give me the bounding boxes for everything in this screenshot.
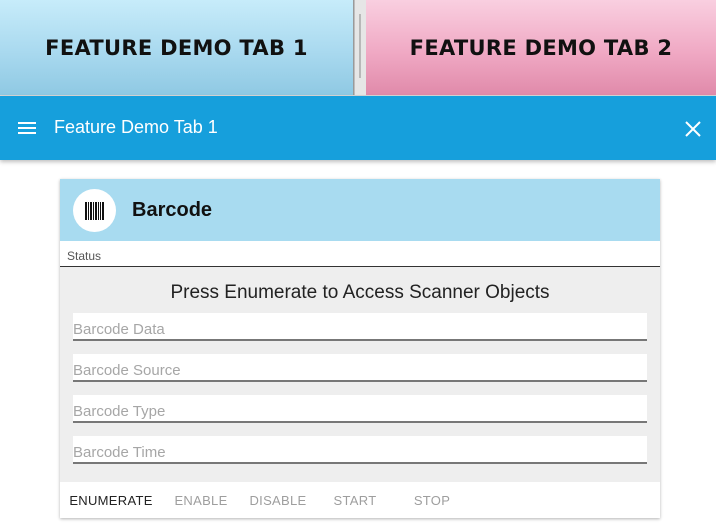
- page-title: Feature Demo Tab 1: [54, 117, 218, 137]
- tab-feature-demo-1[interactable]: FEATURE DEMO TAB 1: [0, 0, 354, 95]
- enumerate-button[interactable]: ENUMERATE: [68, 482, 154, 518]
- barcode-avatar: [73, 189, 116, 232]
- close-icon[interactable]: [682, 118, 704, 140]
- card-title: Barcode: [132, 199, 213, 221]
- disable-button[interactable]: DISABLE: [244, 482, 312, 518]
- start-button[interactable]: START: [322, 482, 388, 518]
- barcode-icon: [84, 201, 104, 220]
- barcode-time-field[interactable]: [73, 436, 647, 464]
- barcode-source-field[interactable]: [73, 354, 647, 382]
- tab-strip: FEATURE DEMO TAB 1 FEATURE DEMO TAB 2: [0, 0, 716, 96]
- barcode-type-field[interactable]: [73, 395, 647, 423]
- hamburger-menu-icon[interactable]: [14, 116, 40, 140]
- status-message: Press Enumerate to Access Scanner Object…: [170, 282, 550, 303]
- enable-button[interactable]: ENABLE: [166, 482, 236, 518]
- status-row: Status: [60, 241, 660, 267]
- card-header: Barcode: [60, 179, 660, 241]
- barcode-data-field[interactable]: [73, 313, 647, 341]
- action-bar: ENUMERATE ENABLE DISABLE START STOP: [60, 482, 660, 518]
- tab-label: FEATURE DEMO TAB 2: [409, 35, 673, 60]
- tab-divider: [354, 0, 366, 95]
- stop-button[interactable]: STOP: [400, 482, 464, 518]
- divider-grip: [359, 14, 361, 78]
- tab-label: FEATURE DEMO TAB 1: [45, 35, 308, 60]
- barcode-card: Barcode Status Press Enumerate to Access…: [60, 179, 660, 518]
- app-bar: Feature Demo Tab 1: [0, 96, 716, 160]
- status-label: Status: [67, 249, 102, 263]
- tab-feature-demo-2[interactable]: FEATURE DEMO TAB 2: [366, 0, 716, 95]
